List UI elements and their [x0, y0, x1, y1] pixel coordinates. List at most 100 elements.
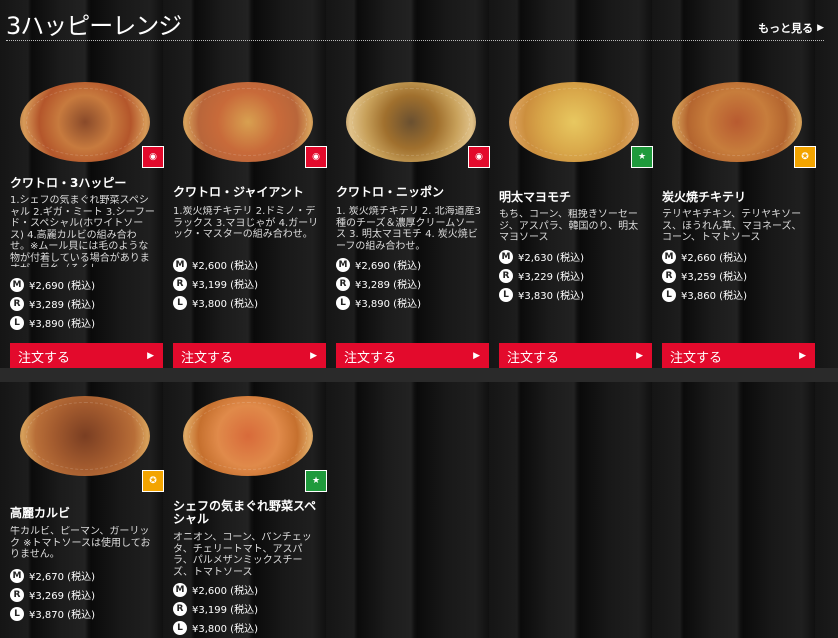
pizza-image[interactable]	[346, 82, 476, 162]
popular-badge-icon: ✪	[794, 146, 816, 168]
size-r-icon: R	[10, 296, 24, 311]
pizza-image[interactable]	[509, 82, 639, 162]
product-description: 牛カルビ、ピーマン、ガーリック ※トマトソースは使用しておりません。	[10, 526, 151, 560]
order-button[interactable]: 注文する ▶	[10, 343, 163, 369]
product-name[interactable]: クワトロ・ニッポン	[336, 186, 486, 199]
chevron-right-icon: ▶	[147, 351, 154, 361]
order-button-label: 注文する	[670, 350, 723, 366]
price-list: M ¥2,670 (税込) R ¥3,269 (税込) L ¥3,870 (税込)	[10, 566, 95, 623]
price-row: R ¥3,199 (税込)	[173, 599, 258, 618]
order-button[interactable]: 注文する ▶	[336, 343, 489, 369]
popular-badge-icon: ✪	[142, 470, 164, 492]
price-row: M ¥2,600 (税込)	[173, 255, 258, 274]
price-value: ¥3,289 (税込)	[355, 280, 421, 291]
size-l-icon: L	[662, 287, 676, 302]
order-button-label: 注文する	[18, 350, 71, 366]
size-r-icon: R	[336, 276, 350, 291]
product-description: 1.シェフの気まぐれ野菜スペシャル 2.ギガ・ミート 3.シーフード・スペシャル…	[10, 195, 155, 267]
order-button[interactable]: 注文する ▶	[662, 343, 815, 369]
price-row: M ¥2,690 (税込)	[336, 255, 421, 274]
product-description: 1. 炭火焼チキテリ 2. 北海道産3種のチーズ＆濃厚クリームソース 3. 明太…	[336, 206, 481, 252]
price-value: ¥2,670 (税込)	[29, 572, 95, 583]
order-button-label: 注文する	[181, 350, 234, 366]
header-divider	[6, 40, 824, 41]
size-m-icon: M	[173, 257, 187, 272]
size-m-icon: M	[10, 277, 24, 292]
size-m-icon: M	[173, 582, 187, 597]
price-value: ¥3,259 (税込)	[681, 272, 747, 283]
order-button[interactable]: 注文する ▶	[499, 343, 652, 369]
price-value: ¥3,229 (税込)	[518, 272, 584, 283]
quattro-badge-icon: ◉	[142, 146, 164, 168]
price-row: R ¥3,229 (税込)	[499, 266, 584, 285]
price-value: ¥3,289 (税込)	[29, 300, 95, 311]
size-r-icon: R	[499, 268, 513, 283]
size-l-icon: L	[10, 606, 24, 621]
product-name[interactable]: 高麗カルビ	[10, 507, 160, 520]
price-value: ¥2,600 (税込)	[192, 586, 258, 597]
price-value: ¥2,690 (税込)	[355, 261, 421, 272]
row-divider	[0, 368, 838, 382]
product-description: もち、コーン、粗挽きソーセージ、アスパラ、韓国のり、明太マヨソース	[499, 209, 639, 243]
price-row: L ¥3,890 (税込)	[10, 313, 95, 332]
pizza-image[interactable]	[20, 82, 150, 162]
price-row: L ¥3,860 (税込)	[662, 285, 747, 304]
price-list: M ¥2,660 (税込) R ¥3,259 (税込) L ¥3,860 (税込)	[662, 247, 747, 304]
price-row: M ¥2,600 (税込)	[173, 580, 258, 599]
size-r-icon: R	[10, 587, 24, 602]
size-l-icon: L	[499, 287, 513, 302]
chevron-right-icon: ▶	[799, 351, 806, 361]
more-link-label: もっと見る	[758, 22, 814, 35]
price-row: L ¥3,890 (税込)	[336, 293, 421, 312]
price-value: ¥2,660 (税込)	[681, 253, 747, 264]
price-value: ¥3,830 (税込)	[518, 291, 584, 302]
price-row: R ¥3,289 (税込)	[10, 294, 95, 313]
price-row: R ¥3,199 (税込)	[173, 274, 258, 293]
price-row: L ¥3,800 (税込)	[173, 293, 258, 312]
price-value: ¥3,199 (税込)	[192, 605, 258, 616]
size-l-icon: L	[336, 295, 350, 310]
product-name[interactable]: クワトロ・3ハッピー	[10, 177, 160, 190]
size-r-icon: R	[662, 268, 676, 283]
product-description: テリヤキチキン、テリヤキソース、ほうれん草、マヨネーズ、コーン、トマトソース	[662, 209, 802, 243]
size-l-icon: L	[173, 295, 187, 310]
price-row: R ¥3,289 (税込)	[336, 274, 421, 293]
size-m-icon: M	[499, 249, 513, 264]
product-name[interactable]: 炭火焼チキテリ	[662, 191, 812, 204]
product-name[interactable]: シェフの気まぐれ野菜スペシャル	[173, 500, 323, 526]
quattro-badge-icon: ◉	[468, 146, 490, 168]
price-list: M ¥2,600 (税込) R ¥3,199 (税込) L ¥3,800 (税込)	[173, 580, 258, 637]
price-row: L ¥3,800 (税込)	[173, 618, 258, 637]
price-list: M ¥2,630 (税込) R ¥3,229 (税込) L ¥3,830 (税込)	[499, 247, 584, 304]
price-value: ¥3,860 (税込)	[681, 291, 747, 302]
product-name[interactable]: 明太マヨモチ	[499, 191, 649, 204]
section-title: 3ハッピーレンジ	[6, 12, 182, 40]
size-l-icon: L	[10, 315, 24, 330]
product-description: オニオン、コーン、パンチェッタ、チェリートマト、アスパラ、パルメザンミックスチー…	[173, 532, 312, 578]
size-l-icon: L	[173, 620, 187, 635]
price-row: L ¥3,830 (税込)	[499, 285, 584, 304]
pizza-image[interactable]	[183, 396, 313, 476]
price-list: M ¥2,690 (税込) R ¥3,289 (税込) L ¥3,890 (税込)	[10, 275, 95, 332]
chevron-right-icon: ▶	[473, 351, 480, 361]
sale-badge-icon: ★	[631, 146, 653, 168]
order-button[interactable]: 注文する ▶	[173, 343, 326, 369]
pizza-image[interactable]	[672, 82, 802, 162]
price-row: R ¥3,259 (税込)	[662, 266, 747, 285]
pizza-image[interactable]	[183, 82, 313, 162]
size-m-icon: M	[10, 568, 24, 583]
price-row: L ¥3,870 (税込)	[10, 604, 95, 623]
pizza-image[interactable]	[20, 396, 150, 476]
order-button-label: 注文する	[507, 350, 560, 366]
price-value: ¥2,630 (税込)	[518, 253, 584, 264]
quattro-badge-icon: ◉	[305, 146, 327, 168]
price-value: ¥3,870 (税込)	[29, 610, 95, 621]
chevron-right-icon: ▶	[310, 351, 317, 361]
price-value: ¥3,269 (税込)	[29, 591, 95, 602]
price-row: M ¥2,630 (税込)	[499, 247, 584, 266]
price-value: ¥3,199 (税込)	[192, 280, 258, 291]
more-link[interactable]: もっと見る ▶	[758, 20, 824, 36]
size-m-icon: M	[336, 257, 350, 272]
price-value: ¥2,690 (税込)	[29, 281, 95, 292]
product-name[interactable]: クワトロ・ジャイアント	[173, 186, 323, 199]
